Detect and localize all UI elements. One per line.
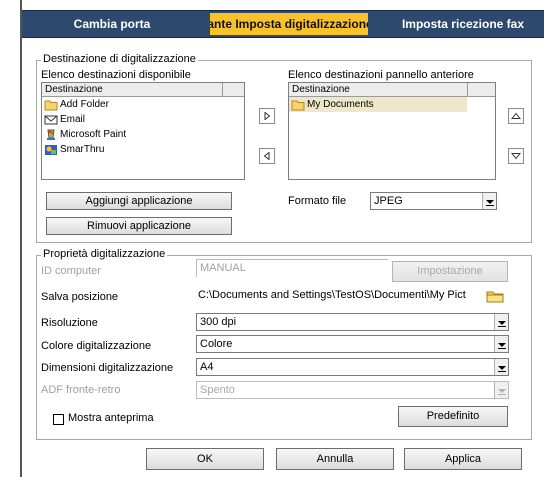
properties-group-title: Proprietà digitalizzazione bbox=[41, 248, 168, 260]
chevron-down-icon[interactable] bbox=[482, 193, 496, 209]
column-divider bbox=[467, 83, 468, 97]
available-header-label: Destinazione bbox=[45, 84, 103, 95]
list-item[interactable]: Microsoft Paint bbox=[42, 127, 244, 142]
adf-duplex-select: Spento bbox=[196, 381, 509, 399]
list-item[interactable]: Email bbox=[42, 112, 244, 127]
tab-bar: Cambia porta Pulsante Imposta digitalizz… bbox=[22, 10, 544, 38]
scan-settings-window: Cambia porta Pulsante Imposta digitalizz… bbox=[22, 0, 544, 477]
show-preview-checkbox[interactable] bbox=[53, 414, 64, 425]
front-panel-destinations-list[interactable]: Destinazione My Documents bbox=[288, 82, 496, 180]
destination-group-title: Destinazione di digitalizzazione bbox=[41, 53, 198, 65]
adf-duplex-label: ADF fronte-retro bbox=[41, 384, 121, 396]
settings-button: Impostazione bbox=[392, 261, 508, 282]
add-to-front-panel-button[interactable] bbox=[259, 108, 275, 124]
apply-button[interactable]: Applica bbox=[404, 448, 522, 470]
list-item[interactable]: SmarThru bbox=[42, 142, 244, 157]
paint-icon bbox=[47, 129, 55, 140]
file-format-select[interactable]: JPEG bbox=[370, 192, 497, 210]
scan-size-label: Dimensioni digitalizzazione bbox=[41, 362, 174, 374]
resolution-value: 300 dpi bbox=[200, 316, 237, 328]
chevron-down-icon[interactable] bbox=[494, 314, 508, 330]
front-panel-header-label: Destinazione bbox=[292, 84, 350, 95]
list-item-label: SmarThru bbox=[60, 144, 105, 155]
folder-icon bbox=[291, 100, 305, 110]
move-down-button[interactable] bbox=[508, 148, 524, 164]
ok-button[interactable]: OK bbox=[146, 448, 264, 470]
add-application-button[interactable]: Aggiungi applicazione bbox=[46, 192, 232, 210]
cancel-button[interactable]: Annulla bbox=[276, 448, 394, 470]
scan-size-value: A4 bbox=[200, 361, 214, 373]
file-format-label: Formato file bbox=[288, 195, 347, 207]
default-button[interactable]: Predefinito bbox=[398, 406, 508, 427]
smarthru-icon bbox=[45, 144, 57, 155]
front-panel-list-header: Destinazione bbox=[289, 83, 495, 97]
file-format-value: JPEG bbox=[374, 195, 403, 207]
tab-scan-button-settings[interactable]: Pulsante Imposta digitalizzazione bbox=[210, 13, 368, 35]
arrow-left-icon bbox=[263, 152, 270, 160]
resolution-select[interactable]: 300 dpi bbox=[196, 313, 509, 331]
folder-browse-icon[interactable] bbox=[486, 289, 504, 303]
list-item[interactable]: My Documents bbox=[289, 97, 467, 112]
resolution-label: Risoluzione bbox=[41, 317, 98, 329]
save-location-field[interactable]: C:\Documents and Settings\TestOS\Documen… bbox=[196, 287, 484, 305]
available-destinations-list[interactable]: Destinazione Add Folder Email Microsoft … bbox=[41, 82, 245, 180]
list-item-label: My Documents bbox=[307, 99, 374, 110]
arrow-up-icon bbox=[511, 112, 521, 119]
remove-from-front-panel-button[interactable] bbox=[259, 148, 275, 164]
list-item-label: Microsoft Paint bbox=[60, 129, 127, 140]
arrow-right-icon bbox=[264, 112, 271, 120]
scan-color-value: Colore bbox=[200, 338, 233, 350]
move-up-button[interactable] bbox=[508, 108, 524, 124]
computer-id-label: ID computer bbox=[41, 265, 101, 277]
email-icon bbox=[44, 115, 58, 124]
adf-duplex-value: Spento bbox=[200, 384, 235, 396]
remove-application-button[interactable]: Rimuovi applicazione bbox=[46, 217, 232, 235]
available-list-label: Elenco destinazioni disponibile bbox=[41, 69, 191, 81]
chevron-down-icon[interactable] bbox=[494, 336, 508, 352]
tab-fax-receive-settings[interactable]: Imposta ricezione fax bbox=[384, 11, 542, 37]
list-item[interactable]: Add Folder bbox=[42, 97, 244, 112]
scan-color-label: Colore digitalizzazione bbox=[41, 340, 152, 352]
chevron-down-icon[interactable] bbox=[494, 359, 508, 375]
chevron-down-icon bbox=[494, 382, 508, 398]
save-location-label: Salva posizione bbox=[41, 291, 119, 303]
scan-color-select[interactable]: Colore bbox=[196, 335, 509, 353]
show-preview-label: Mostra anteprima bbox=[68, 412, 154, 424]
list-item-label: Add Folder bbox=[60, 99, 109, 110]
folder-icon bbox=[44, 100, 58, 110]
front-panel-list-label: Elenco destinazioni pannello anteriore bbox=[288, 69, 474, 81]
arrow-down-icon bbox=[511, 153, 521, 160]
scan-size-select[interactable]: A4 bbox=[196, 358, 509, 376]
tab-change-port[interactable]: Cambia porta bbox=[42, 11, 182, 37]
list-item-label: Email bbox=[60, 114, 86, 125]
computer-id-field: MANUAL bbox=[196, 259, 388, 277]
available-list-header: Destinazione bbox=[42, 83, 244, 97]
column-divider bbox=[222, 83, 223, 97]
